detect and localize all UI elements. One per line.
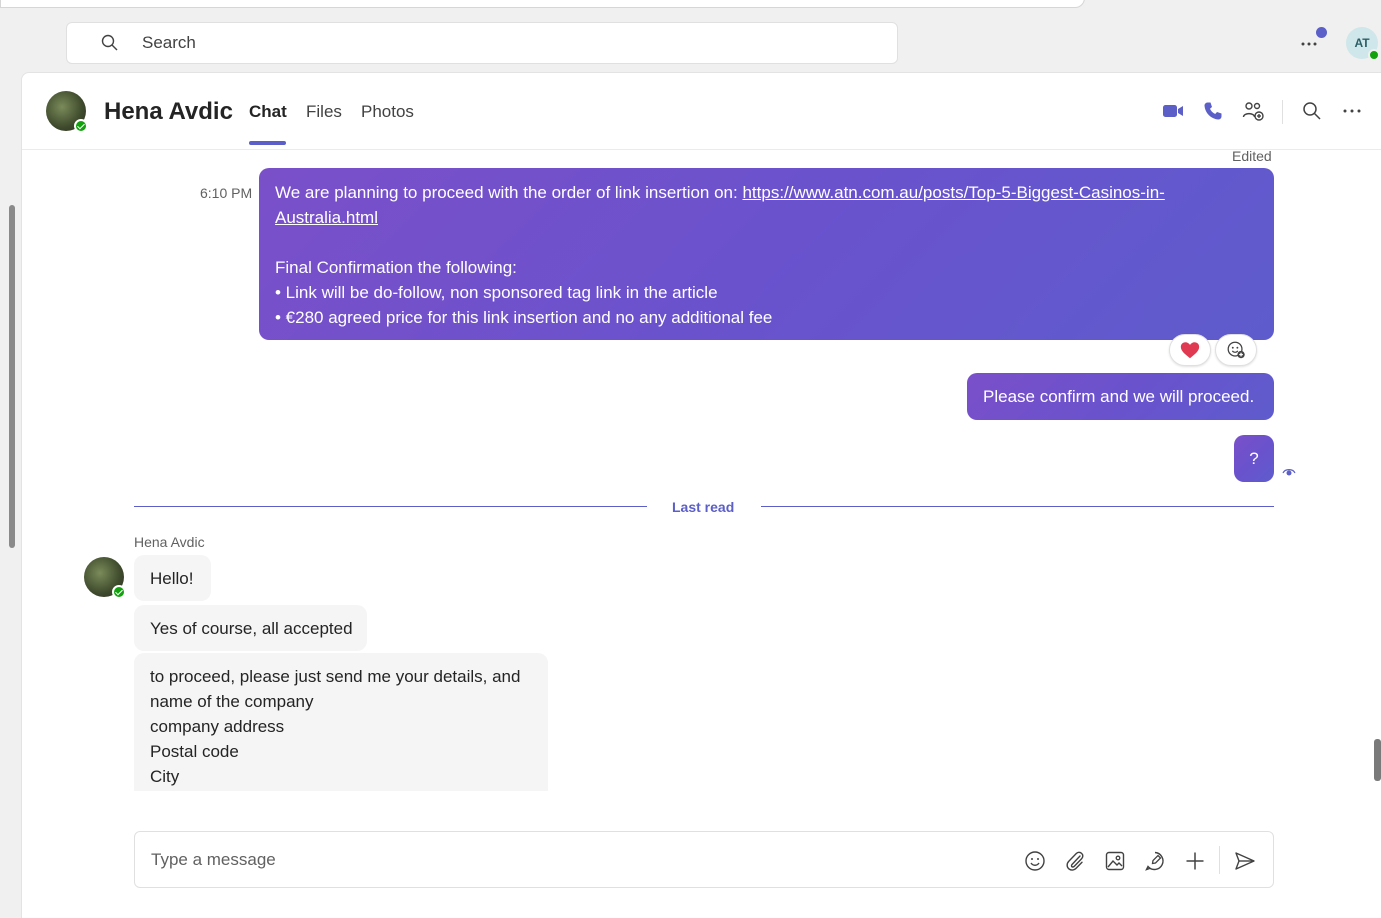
add-reaction-icon xyxy=(1227,341,1245,359)
user-avatar[interactable]: AT xyxy=(1346,27,1380,61)
outgoing-message[interactable]: ? xyxy=(1234,435,1274,482)
plus-icon[interactable] xyxy=(1183,849,1207,873)
composer-divider xyxy=(1219,846,1220,874)
loop-component-icon[interactable] xyxy=(1143,849,1167,873)
more-chat-options-icon[interactable] xyxy=(1340,99,1364,123)
status-available-icon xyxy=(112,585,126,599)
incoming-message[interactable]: to proceed, please just send me your det… xyxy=(134,653,548,791)
video-call-icon[interactable] xyxy=(1161,99,1185,123)
heart-reaction[interactable] xyxy=(1169,334,1211,366)
add-reaction-button[interactable] xyxy=(1215,334,1257,366)
message-line: City xyxy=(150,767,180,786)
message-line: • Link will be do-follow, non sponsored … xyxy=(275,283,718,302)
left-scrollbar[interactable] xyxy=(9,205,15,548)
message-text: We are planning to proceed with the orde… xyxy=(275,183,743,202)
contact-avatar[interactable] xyxy=(46,91,88,133)
last-read-divider xyxy=(761,506,1274,507)
add-people-icon[interactable] xyxy=(1241,99,1265,123)
message-line: • €280 agreed price for this link insert… xyxy=(275,308,773,327)
header-divider-line xyxy=(22,149,1381,150)
seen-icon xyxy=(1282,469,1296,476)
tab-files[interactable]: Files xyxy=(306,102,342,122)
emoji-icon[interactable] xyxy=(1023,849,1047,873)
tab-photos[interactable]: Photos xyxy=(361,102,414,122)
composer-placeholder: Type a message xyxy=(151,850,276,869)
send-icon[interactable] xyxy=(1233,849,1257,873)
audio-call-icon[interactable] xyxy=(1201,99,1225,123)
outgoing-message[interactable]: We are planning to proceed with the orde… xyxy=(259,168,1274,340)
edited-label: Edited xyxy=(1232,148,1272,164)
window-top-strip xyxy=(0,0,1381,10)
sender-avatar[interactable] xyxy=(84,557,126,599)
message-line: to proceed, please just send me your det… xyxy=(150,667,521,686)
message-line: name of the company xyxy=(150,692,314,711)
message-sender-name: Hena Avdic xyxy=(134,534,205,550)
tab-chat[interactable]: Chat xyxy=(249,102,287,122)
chat-title: Hena Avdic xyxy=(104,98,233,125)
search-icon xyxy=(101,34,118,51)
incoming-message[interactable]: Yes of course, all accepted xyxy=(134,605,367,651)
search-chat-icon[interactable] xyxy=(1300,99,1324,123)
message-line: company address xyxy=(150,717,285,736)
incoming-message[interactable]: Hello! xyxy=(134,555,211,601)
message-scrollbar[interactable] xyxy=(1374,739,1381,781)
attach-icon[interactable] xyxy=(1063,849,1087,873)
last-read-label: Last read xyxy=(672,499,735,515)
status-available-icon xyxy=(1368,49,1380,61)
message-line: Postal code xyxy=(150,742,239,761)
message-line: Final Confirmation the following: xyxy=(275,258,517,277)
user-initials: AT xyxy=(1354,36,1370,50)
header-divider xyxy=(1282,100,1283,124)
status-available-icon xyxy=(74,119,88,133)
outgoing-message[interactable]: Please confirm and we will proceed. xyxy=(967,373,1274,420)
image-icon[interactable] xyxy=(1103,849,1127,873)
last-read-divider xyxy=(134,506,647,507)
notification-dot xyxy=(1316,27,1327,38)
active-tab-indicator xyxy=(249,141,286,145)
message-timestamp: 6:10 PM xyxy=(200,185,253,201)
search-box[interactable]: Search xyxy=(66,22,898,64)
message-line: We are planning to proceed with the orde… xyxy=(275,180,1258,230)
message-composer[interactable]: Type a message xyxy=(134,831,1274,888)
heart-icon xyxy=(1180,342,1200,359)
search-placeholder: Search xyxy=(142,33,196,52)
